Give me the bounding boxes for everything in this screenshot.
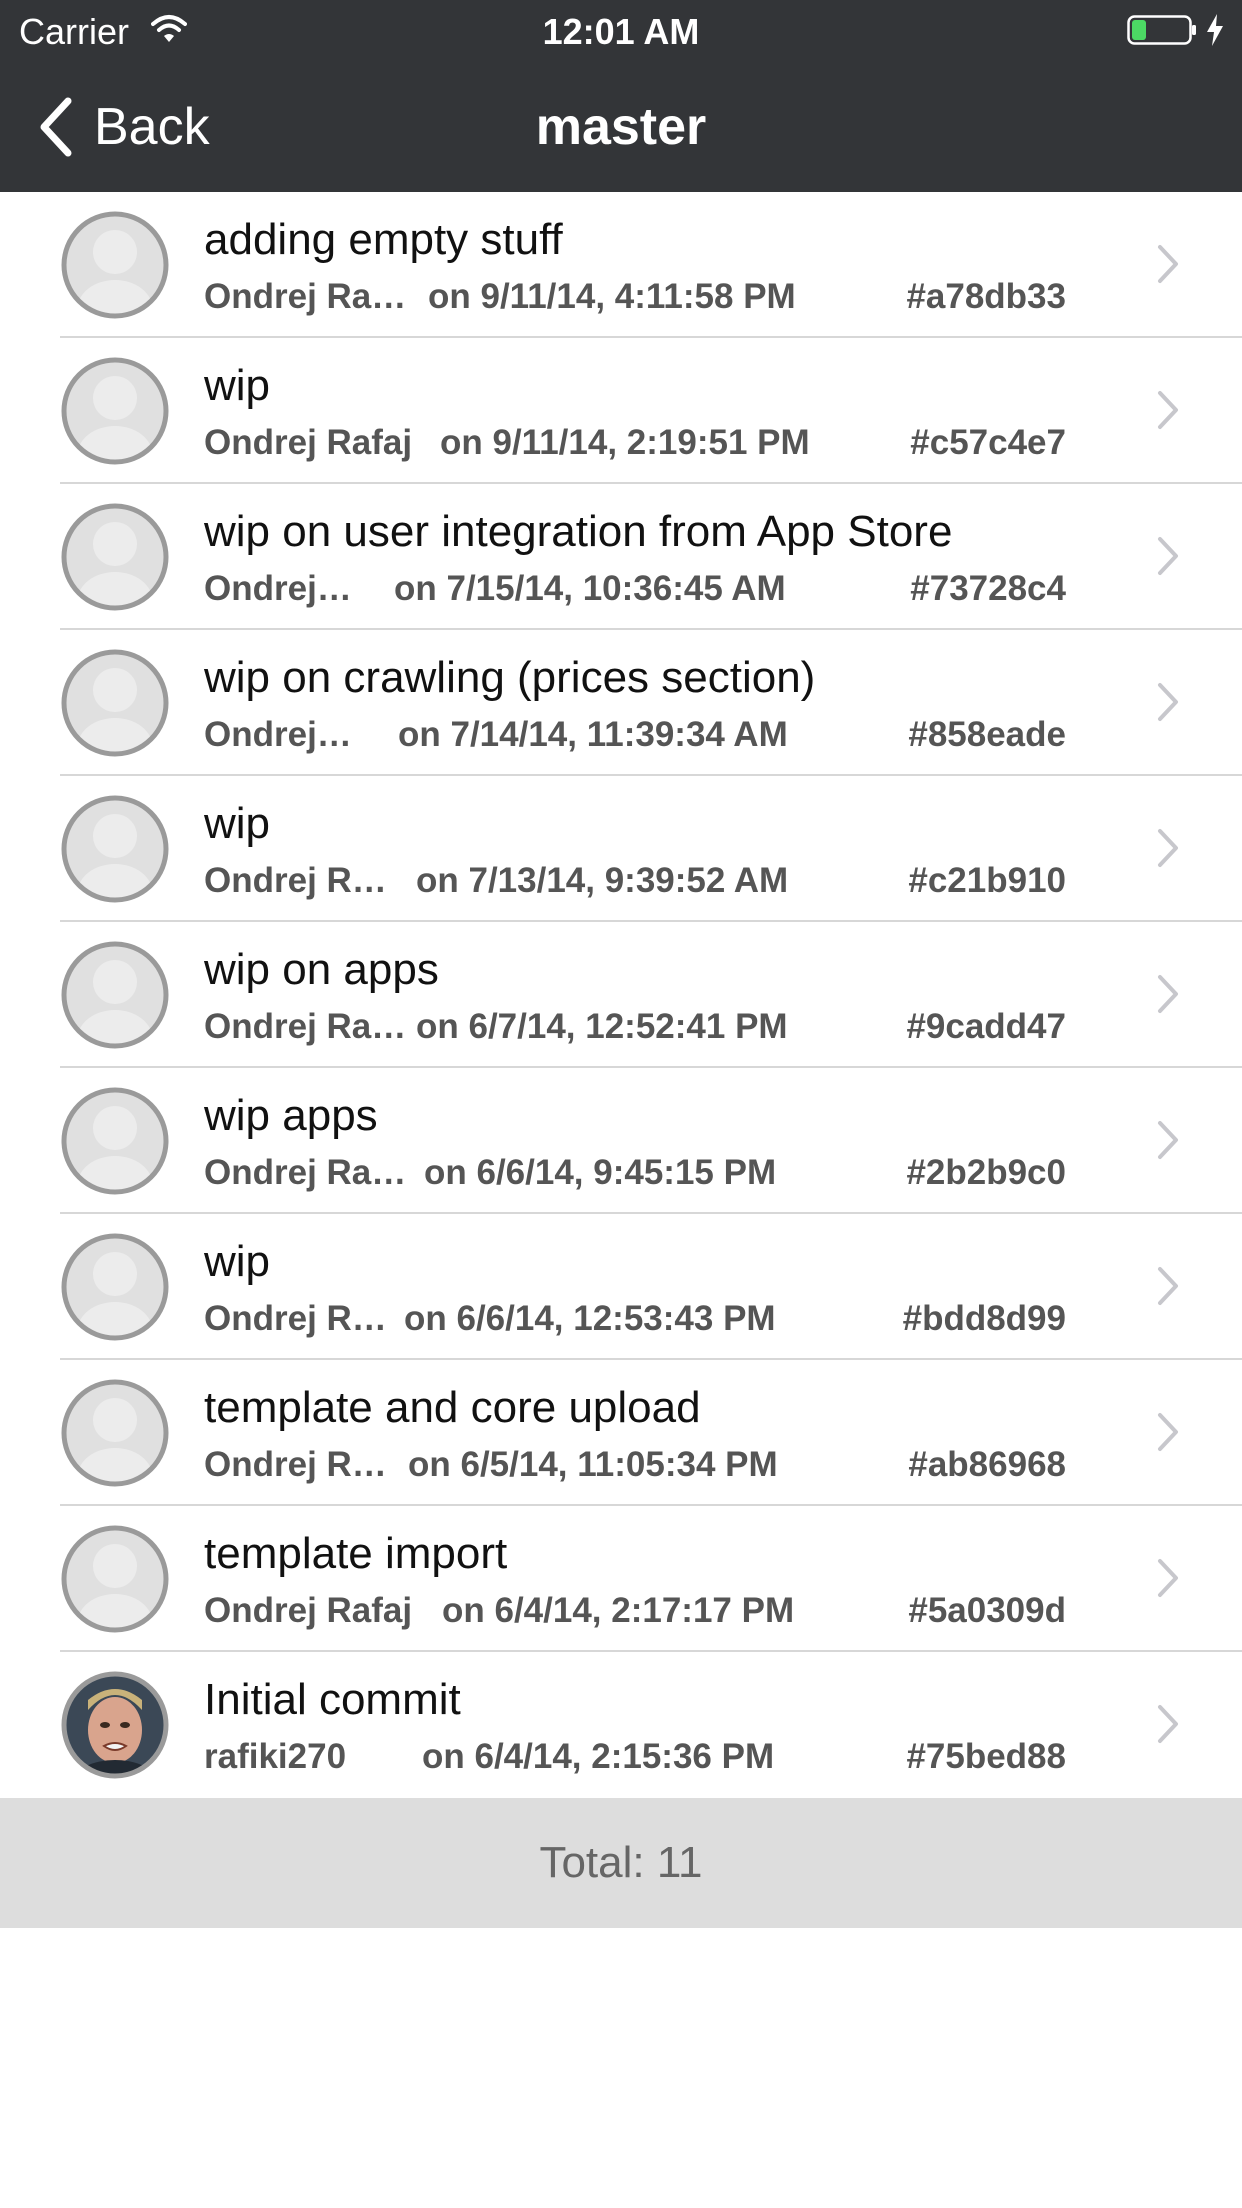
commit-message: wip on crawling (prices section) (204, 653, 816, 702)
commit-date: on 6/6/14, 12:53:43 PM (404, 1299, 776, 1338)
commit-date: on 9/11/14, 4:11:58 PM (428, 277, 796, 316)
chevron-right-icon (1158, 975, 1178, 1013)
commit-row[interactable]: template and core upload Ondrej R… on 6/5/… (0, 1360, 1242, 1506)
commit-hash: #ab86968 (908, 1445, 1066, 1484)
commit-hash: #858eade (908, 715, 1066, 754)
commit-meta: Ondrej Ra… on 6/6/14, 9:45:15 PM #2b2b9c0 (204, 1150, 1066, 1196)
commit-row[interactable]: wip on crawling (prices section) Ondrej… o… (0, 630, 1242, 776)
commit-author: Ondrej… (204, 569, 352, 608)
chevron-right-icon (1158, 1705, 1178, 1743)
total-count: Total: 11 (539, 1838, 703, 1887)
commit-meta: Ondrej Ra… on 9/11/14, 4:11:58 PM #a78db33 (204, 274, 1066, 320)
commit-message: wip on user integration from App Store (204, 507, 953, 556)
commit-meta: Ondrej R… on 6/5/14, 11:05:34 PM #ab86968 (204, 1442, 1066, 1488)
commit-message: Initial commit (204, 1675, 461, 1724)
placeholder-avatar-icon (60, 794, 170, 904)
commit-date: on 7/14/14, 11:39:34 AM (398, 715, 788, 754)
chevron-right-icon (1158, 537, 1178, 575)
commit-row[interactable]: wip Ondrej R… on 6/6/14, 12:53:43 PM #bdd8d… (0, 1214, 1242, 1360)
commit-row[interactable]: Initial commit rafiki270 on 6/4/14, 2:15:3… (0, 1652, 1242, 1798)
user-photo-avatar (60, 1670, 170, 1780)
total-footer: Total: 11 (0, 1798, 1242, 1928)
chevron-right-icon (1158, 1559, 1178, 1597)
commit-row[interactable]: wip apps Ondrej Ra… on 6/6/14, 9:45:15 PM #… (0, 1068, 1242, 1214)
commit-message: template import (204, 1529, 508, 1578)
commit-meta: Ondrej… on 7/14/14, 11:39:34 AM #858eade (204, 712, 1066, 758)
chevron-right-icon (1158, 245, 1178, 283)
charging-bolt-icon (1207, 14, 1223, 46)
commit-author: Ondrej R… (204, 1299, 387, 1338)
commit-row[interactable]: wip on apps Ondrej Ra… on 6/7/14, 12:52:41… (0, 922, 1242, 1068)
commit-message: wip (204, 799, 271, 848)
page-title: master (535, 98, 707, 156)
commit-row[interactable]: wip Ondrej Rafaj on 9/11/14, 2:19:51 PM #c5… (0, 338, 1242, 484)
commit-date: on 7/15/14, 10:36:45 AM (394, 569, 786, 608)
commit-meta: rafiki270 on 6/4/14, 2:15:36 PM #75bed88 (204, 1734, 1066, 1780)
commit-message: wip (204, 1237, 271, 1286)
chevron-right-icon (1158, 1121, 1178, 1159)
commit-row[interactable]: wip Ondrej R… on 7/13/14, 9:39:52 AM #c21b9… (0, 776, 1242, 922)
placeholder-avatar-icon (60, 648, 170, 758)
battery-icon (1127, 15, 1196, 45)
commit-date: on 6/4/14, 2:15:36 PM (422, 1737, 775, 1776)
commit-date: on 6/6/14, 9:45:15 PM (424, 1153, 777, 1192)
commit-hash: #2b2b9c0 (906, 1153, 1066, 1192)
commit-hash: #c57c4e7 (910, 423, 1066, 462)
commit-row[interactable]: wip on user integration from App Store On… (0, 484, 1242, 630)
chevron-right-icon (1158, 683, 1178, 721)
commit-author: Ondrej… (204, 715, 352, 754)
commit-author: Ondrej Ra… (204, 277, 407, 316)
commit-author: Ondrej R… (204, 1445, 387, 1484)
commit-date: on 7/13/14, 9:39:52 AM (416, 861, 789, 900)
commit-hash: #a78db33 (906, 277, 1066, 316)
commit-message: wip on apps (204, 945, 439, 994)
chevron-right-icon (1158, 391, 1178, 429)
commit-message: wip (204, 361, 271, 410)
commit-meta: Ondrej Ra… on 6/7/14, 12:52:41 PM #9cadd47 (204, 1004, 1066, 1050)
commit-meta: Ondrej Rafaj on 6/4/14, 2:17:17 PM #5a0309… (204, 1588, 1066, 1634)
commit-meta: Ondrej R… on 6/6/14, 12:53:43 PM #bdd8d99 (204, 1296, 1066, 1342)
commit-author: Ondrej Ra… (204, 1007, 407, 1046)
placeholder-avatar-icon (60, 1232, 170, 1342)
placeholder-avatar-icon (60, 1086, 170, 1196)
commit-message: adding empty stuff (204, 215, 563, 264)
commit-hash: #73728c4 (910, 569, 1066, 608)
commit-date: on 6/4/14, 2:17:17 PM (442, 1591, 795, 1630)
commit-date: on 6/5/14, 11:05:34 PM (408, 1445, 778, 1484)
commit-hash: #5a0309d (908, 1591, 1066, 1630)
commit-message: template and core upload (204, 1383, 701, 1432)
placeholder-avatar-icon (60, 210, 170, 320)
chevron-right-icon (1158, 1413, 1178, 1451)
commit-author: Ondrej Rafaj (204, 423, 413, 462)
commit-hash: #75bed88 (906, 1737, 1066, 1776)
placeholder-avatar-icon (60, 1378, 170, 1488)
status-time: 12:01 AM (542, 11, 700, 52)
commit-author: Ondrej Rafaj (204, 1591, 413, 1630)
placeholder-avatar-icon (60, 940, 170, 1050)
commit-author: rafiki270 (204, 1737, 347, 1776)
commit-hash: #c21b910 (908, 861, 1066, 900)
commit-meta: Ondrej Rafaj on 9/11/14, 2:19:51 PM #c57c4… (204, 420, 1066, 466)
commit-date: on 6/7/14, 12:52:41 PM (416, 1007, 788, 1046)
commit-list: adding empty stuff Ondrej Ra… on 9/11/14, … (0, 192, 1242, 1798)
commit-hash: #9cadd47 (906, 1007, 1066, 1046)
commit-meta: Ondrej R… on 7/13/14, 9:39:52 AM #c21b910 (204, 858, 1066, 904)
commit-meta: Ondrej… on 7/15/14, 10:36:45 AM #73728c4 (204, 566, 1066, 612)
placeholder-avatar-icon (60, 356, 170, 466)
chevron-right-icon (1158, 829, 1178, 867)
commit-row[interactable]: template import Ondrej Rafaj on 6/4/14, 2:… (0, 1506, 1242, 1652)
commit-hash: #bdd8d99 (902, 1299, 1066, 1338)
placeholder-avatar-icon (60, 502, 170, 612)
navigation-bar: Carrier 12:01 AM Back master (0, 0, 1242, 192)
commit-author: Ondrej R… (204, 861, 387, 900)
commit-message: wip apps (204, 1091, 378, 1140)
chevron-right-icon (1158, 1267, 1178, 1305)
placeholder-avatar-icon (60, 1524, 170, 1634)
commit-author: Ondrej Ra… (204, 1153, 407, 1192)
commit-date: on 9/11/14, 2:19:51 PM (440, 423, 810, 462)
commit-row[interactable]: adding empty stuff Ondrej Ra… on 9/11/14, … (0, 192, 1242, 338)
